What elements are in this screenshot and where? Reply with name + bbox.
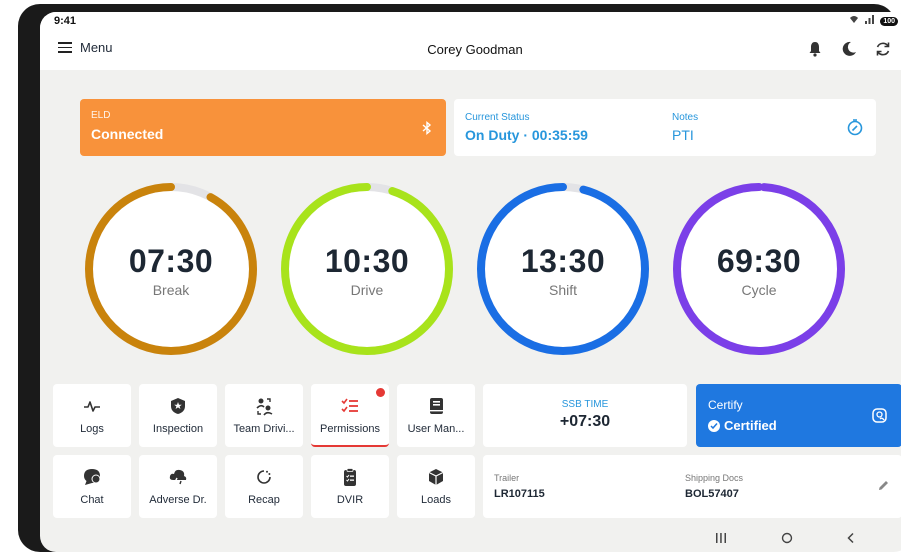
ssb-time-card: SSB TIME +07:30 [483, 384, 687, 447]
driver-name: Corey Goodman [427, 42, 523, 57]
tile-label: Team Drivi... [233, 423, 295, 435]
tile-inspection[interactable]: Inspection [139, 384, 217, 447]
shipping-docs-label: Shipping Docs [685, 473, 744, 483]
team-icon [225, 396, 303, 416]
checklist-icon [311, 396, 389, 416]
tile-label: Inspection [152, 423, 204, 435]
tile-dvir[interactable]: DVIR [311, 455, 389, 518]
tile-label: Adverse Dr. [149, 494, 207, 506]
check-circle-icon [708, 419, 720, 432]
tile-label: Chat [80, 494, 104, 506]
pencil-icon[interactable] [877, 479, 890, 492]
current-status-label: Current Status [465, 112, 530, 123]
tile-recap[interactable]: Recap [225, 455, 303, 518]
notes-label: Notes [672, 112, 699, 123]
gauge-value: 10:30 [324, 243, 410, 279]
book-icon [397, 396, 475, 416]
certify-label: Certify [708, 398, 743, 412]
back-icon[interactable] [844, 531, 858, 545]
home-icon[interactable] [780, 531, 794, 545]
certify-status: Certified [708, 418, 777, 433]
gauge-value: 13:30 [520, 243, 606, 279]
trailer-shipping-card[interactable]: Trailer LR107115 Shipping Docs BOL57407 [483, 455, 901, 518]
tile-label: Permissions [320, 423, 380, 435]
appbar-actions [806, 40, 892, 58]
eld-connection-card[interactable]: ELD Connected [80, 99, 446, 156]
system-icons: 100 [849, 15, 898, 27]
tile-adverse-driving[interactable]: Adverse Dr. [139, 455, 217, 518]
current-status-card[interactable]: Current Status On Duty · 00:35:59 Notes … [454, 99, 876, 156]
tile-label: Loads [421, 494, 451, 506]
tile-label: DVIR [336, 494, 364, 506]
edit-status-icon[interactable] [846, 118, 864, 136]
eld-status: Connected [91, 126, 164, 142]
break-gauge: 07:30 Break [81, 179, 261, 359]
gauge-label: Drive [350, 282, 384, 298]
tile-logs[interactable]: Logs [53, 384, 131, 447]
cycle-gauge: 69:30 Cycle [669, 179, 849, 359]
certify-card[interactable]: Certify Certified [696, 384, 901, 447]
clock: 9:41 [54, 15, 77, 27]
storm-cloud-icon [139, 467, 217, 487]
ssb-label: SSB TIME [561, 399, 609, 410]
app-bar: Menu Corey Goodman [40, 30, 901, 70]
wifi-icon [849, 15, 859, 27]
gauge-label: Cycle [741, 282, 777, 298]
tile-label: Logs [80, 423, 104, 435]
chat-icon [53, 467, 131, 487]
tile-team-driving[interactable]: Team Drivi... [225, 384, 303, 447]
signature-icon [872, 408, 887, 423]
gauge-label: Shift [548, 282, 577, 298]
box-icon [397, 467, 475, 487]
moon-icon[interactable] [840, 40, 858, 58]
drive-gauge: 10:30 Drive [277, 179, 457, 359]
tile-label: User Man... [407, 423, 465, 435]
eld-label: ELD [91, 110, 111, 121]
trailer-value: LR107115 [494, 488, 545, 500]
recap-icon [225, 467, 303, 487]
ssb-value: +07:30 [559, 413, 611, 430]
app-screen: 9:41 100 Menu Corey Goodman ELD Connecte… [40, 12, 901, 552]
recent-apps-icon[interactable] [714, 531, 728, 545]
battery-icon: 100 [880, 16, 898, 26]
system-nav-bar [40, 528, 901, 552]
sync-icon[interactable] [874, 40, 892, 58]
signal-icon [865, 15, 875, 27]
current-status-value: On Duty · 00:35:59 [465, 127, 588, 143]
shift-gauge: 13:30 Shift [473, 179, 653, 359]
shield-badge-icon [139, 396, 217, 416]
notes-value: PTI [672, 127, 694, 143]
tile-chat[interactable]: Chat [53, 455, 131, 518]
gauge-label: Break [152, 282, 190, 298]
tile-user-manual[interactable]: User Man... [397, 384, 475, 447]
tile-permissions[interactable]: Permissions [311, 384, 389, 447]
trailer-label: Trailer [494, 473, 520, 483]
clipboard-icon [311, 467, 389, 487]
pulse-icon [53, 396, 131, 416]
certify-status-text: Certified [724, 418, 777, 433]
system-status-bar: 9:41 100 [40, 12, 901, 30]
tablet-frame: 9:41 100 Menu Corey Goodman ELD Connecte… [18, 4, 901, 552]
bell-icon[interactable] [806, 40, 824, 58]
gauge-value: 07:30 [128, 243, 214, 279]
gauge-value: 69:30 [716, 243, 802, 279]
tile-label: Recap [248, 494, 280, 506]
shipping-docs-value: BOL57407 [685, 488, 739, 500]
tile-loads[interactable]: Loads [397, 455, 475, 518]
bluetooth-icon [422, 121, 432, 135]
